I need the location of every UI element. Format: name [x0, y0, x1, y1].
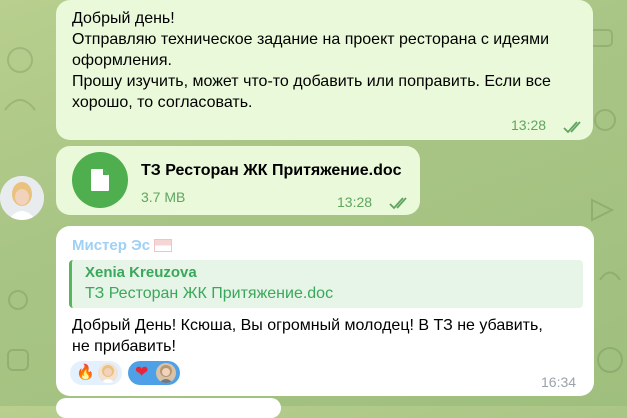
reply-quote[interactable]: Xenia Kreuzova ТЗ Ресторан ЖК Притяжение… [69, 260, 583, 308]
sender-name[interactable]: Мистер Эс [72, 237, 150, 254]
reply-author: Xenia Kreuzova [85, 264, 197, 281]
message-line: не прибавить! [72, 338, 176, 355]
file-name[interactable]: ТЗ Ресторан ЖК Притяжение.doc [141, 162, 402, 180]
message-time: 16:34 [541, 374, 577, 390]
message-text: Добрый День! Ксюша, Вы огромный молодец!… [72, 315, 543, 357]
message-text: Добрый день! Отправляю техническое задан… [72, 8, 551, 113]
reply-text: ТЗ Ресторан ЖК Притяжение.doc [85, 285, 334, 302]
reaction-heart[interactable]: ❤ [128, 361, 180, 385]
fire-emoji-icon: 🔥 [76, 364, 95, 381]
outgoing-file-message[interactable]: ТЗ Ресторан ЖК Притяжение.doc 3.7 MB 13:… [56, 146, 420, 215]
flag-icon [154, 239, 172, 252]
message-time: 13:28 [337, 194, 373, 210]
incoming-message-bubble[interactable]: Мистер Эс Xenia Kreuzova ТЗ Ресторан ЖК … [56, 226, 594, 396]
message-line: Добрый день! [72, 10, 175, 27]
message-line: Прошу изучить, может что-то добавить или… [72, 73, 551, 90]
read-checkmarks-icon [563, 121, 581, 134]
message-time: 13:28 [511, 117, 547, 133]
reactor-avatar [156, 363, 176, 383]
outgoing-message-bubble[interactable]: Добрый день! Отправляю техническое задан… [56, 0, 593, 140]
heart-emoji-icon: ❤ [135, 364, 149, 381]
reactor-avatar [98, 363, 118, 383]
sender-avatar[interactable] [0, 176, 44, 220]
file-size: 3.7 MB [141, 189, 186, 205]
message-line: хорошо, то согласовать. [72, 94, 253, 111]
message-line: Добрый День! Ксюша, Вы огромный молодец!… [72, 317, 543, 334]
read-checkmarks-icon [389, 197, 407, 210]
next-message-bubble[interactable] [56, 398, 281, 418]
message-line: оформления. [72, 52, 172, 69]
document-file-icon[interactable] [72, 152, 128, 208]
reaction-fire[interactable]: 🔥 [70, 361, 122, 385]
message-line: Отправляю техническое задание на проект … [72, 31, 550, 48]
